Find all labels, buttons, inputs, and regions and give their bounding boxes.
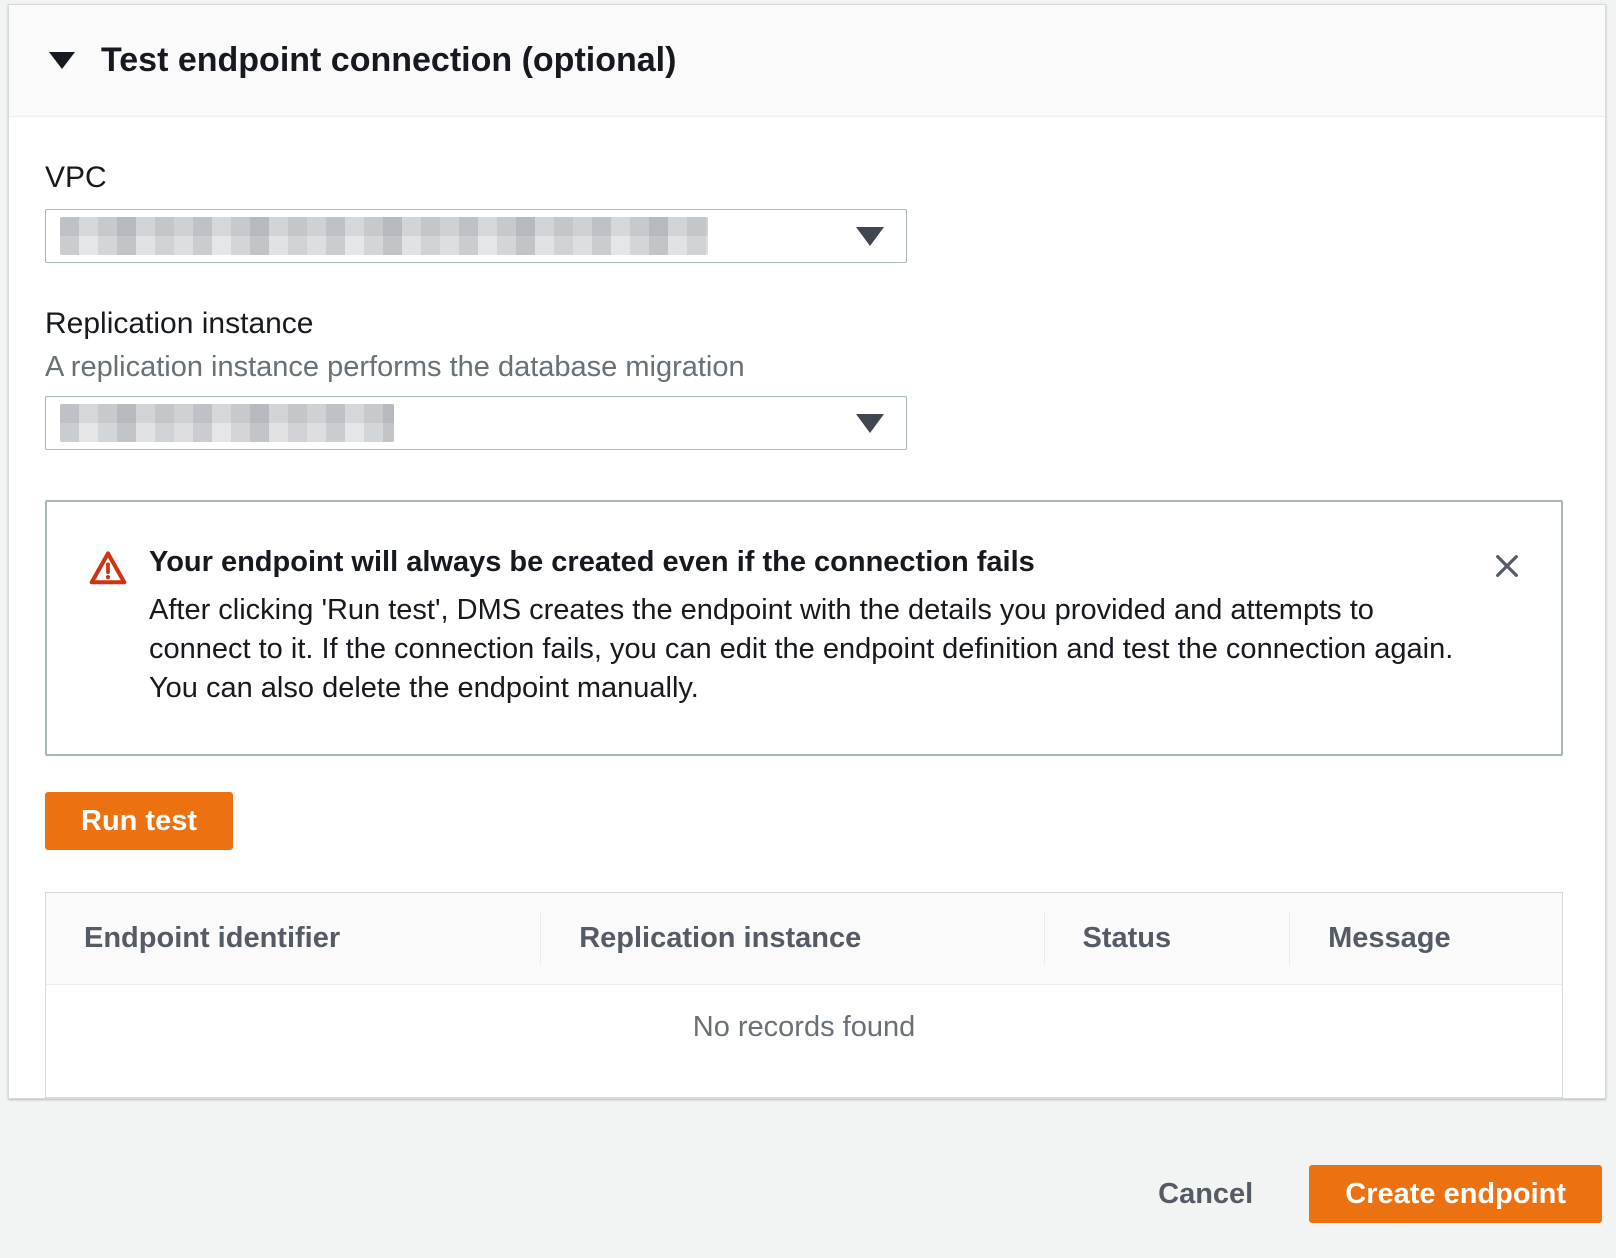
column-header-replication-instance: Replication instance [540, 912, 1043, 966]
run-test-button[interactable]: Run test [45, 792, 233, 850]
vpc-selected-value-redacted [60, 217, 708, 255]
vpc-label: VPC [45, 161, 1563, 195]
vpc-field: VPC [45, 161, 1563, 263]
section-title: Test endpoint connection (optional) [101, 41, 676, 80]
replication-instance-selected-value-redacted [60, 404, 394, 442]
column-header-endpoint-identifier: Endpoint identifier [46, 912, 540, 966]
section-body: VPC Replication instance A replication i… [9, 117, 1605, 1098]
cancel-button[interactable]: Cancel [1158, 1178, 1253, 1211]
vpc-select[interactable] [45, 209, 907, 263]
column-header-status: Status [1044, 912, 1290, 966]
dropdown-caret-icon [856, 227, 884, 246]
warning-title: Your endpoint will always be created eve… [149, 546, 1475, 579]
replication-instance-field: Replication instance A replication insta… [45, 307, 1563, 450]
replication-instance-label: Replication instance [45, 307, 1563, 341]
dropdown-caret-icon [856, 414, 884, 433]
table-header-row: Endpoint identifier Replication instance… [46, 893, 1562, 985]
warning-content: Your endpoint will always be created eve… [149, 546, 1475, 708]
footer-actions: Cancel Create endpoint [1158, 1150, 1602, 1238]
warning-close-button[interactable] [1487, 546, 1527, 586]
create-endpoint-button[interactable]: Create endpoint [1309, 1165, 1602, 1223]
test-endpoint-connection-panel: Test endpoint connection (optional) VPC … [8, 4, 1606, 1099]
collapse-caret-icon [49, 52, 75, 69]
column-header-message: Message [1289, 912, 1562, 966]
close-icon [1491, 570, 1523, 585]
warning-flash: Your endpoint will always be created eve… [45, 500, 1563, 756]
warning-body: After clicking 'Run test', DMS creates t… [149, 591, 1475, 708]
test-results-table: Endpoint identifier Replication instance… [45, 892, 1563, 1098]
warning-triangle-icon [89, 550, 127, 591]
section-header[interactable]: Test endpoint connection (optional) [9, 5, 1605, 117]
replication-instance-description: A replication instance performs the data… [45, 351, 1563, 384]
replication-instance-select[interactable] [45, 396, 907, 450]
table-empty-message: No records found [46, 985, 1562, 1097]
page: { "section": { "title": "Test endpoint c… [0, 0, 1616, 1258]
